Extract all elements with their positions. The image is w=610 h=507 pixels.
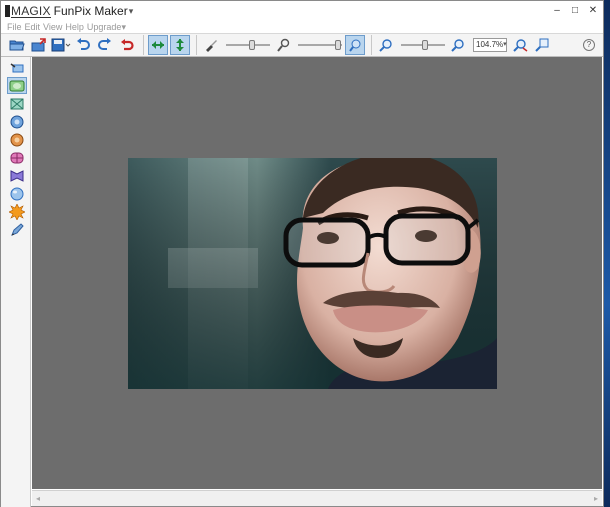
horizontal-mode-button[interactable]: [148, 35, 168, 55]
menu-bar: File Edit View Help Upgrade ▾: [1, 21, 603, 33]
zoom-out-button[interactable]: [376, 35, 396, 55]
open-button[interactable]: [7, 35, 27, 55]
logo-mark: [5, 5, 10, 17]
tool-frame[interactable]: [7, 77, 27, 94]
tool-pen[interactable]: [7, 221, 27, 238]
tool-barrel[interactable]: [7, 149, 27, 166]
menu-file[interactable]: File: [7, 22, 22, 32]
tool-warp[interactable]: [7, 59, 27, 76]
app-title: FunPix Maker: [53, 4, 128, 18]
chevron-down-icon: ▾: [503, 41, 507, 48]
zoom-fit-button[interactable]: [510, 35, 530, 55]
menu-view[interactable]: View: [43, 22, 62, 32]
import-button[interactable]: [29, 35, 49, 55]
warp-tool-icon: [10, 62, 24, 72]
tool-squeeze[interactable]: [7, 167, 27, 184]
reset-icon: [121, 39, 134, 51]
close-button[interactable]: ✕: [587, 5, 599, 17]
menu-upgrade[interactable]: Upgrade: [87, 22, 122, 32]
canvas-area[interactable]: [32, 57, 602, 489]
portrait-photo[interactable]: [128, 158, 497, 389]
desktop-background: [604, 0, 610, 507]
app-menu-arrow[interactable]: ▾: [129, 6, 134, 17]
window-controls: – □ ✕: [551, 5, 599, 17]
zoom-actual-icon: [535, 38, 549, 52]
toolbar-separator: [143, 35, 144, 55]
scroll-left-icon[interactable]: ◂: [36, 494, 40, 503]
undo-button[interactable]: [73, 35, 93, 55]
tool-sphere[interactable]: [7, 185, 27, 202]
redo-button[interactable]: [95, 35, 115, 55]
brush-size-icon: [277, 38, 290, 52]
reset-button[interactable]: [117, 35, 137, 55]
magix-logo: MAGIX: [5, 4, 51, 18]
app-window: MAGIX FunPix Maker ▾ – □ ✕ File Edit Vie…: [0, 0, 604, 507]
toolbar-separator: [196, 35, 197, 55]
import-icon: [31, 38, 46, 52]
save-icon: [51, 38, 71, 52]
bulge-tool-icon: [10, 115, 24, 128]
zoom-slider[interactable]: [401, 38, 445, 52]
tool-pinch[interactable]: [7, 131, 27, 148]
vertical-arrows-icon: [176, 39, 184, 51]
toolbar: 104.7% ▾ ?: [1, 33, 603, 57]
shrink-tool-icon: [10, 98, 24, 109]
slider-track: [226, 44, 270, 46]
redo-icon: [98, 38, 111, 50]
frame-tool-icon: [9, 80, 25, 91]
zoom-level-select[interactable]: 104.7% ▾: [473, 38, 507, 52]
open-folder-icon: [9, 40, 25, 51]
brand-name: MAGIX: [11, 3, 51, 18]
toolbar-separator: [371, 35, 372, 55]
squeeze-tool-icon: [10, 169, 24, 182]
horizontal-arrows-icon: [152, 41, 164, 49]
menu-edit[interactable]: Edit: [25, 22, 41, 32]
explode-tool-icon: [9, 203, 25, 220]
brush-size-slider[interactable]: [226, 38, 270, 52]
zoom-out-icon: [379, 39, 392, 52]
pen-tool-icon: [11, 222, 24, 236]
sphere-tool-icon: [10, 187, 24, 200]
slider-thumb[interactable]: [249, 40, 256, 50]
slider-thumb[interactable]: [334, 40, 341, 50]
slider-thumb[interactable]: [422, 40, 429, 50]
menu-help[interactable]: Help: [65, 22, 84, 32]
pinch-tool-icon: [10, 133, 24, 146]
tool-explode[interactable]: [7, 203, 27, 220]
vertical-mode-button[interactable]: [170, 35, 190, 55]
help-button[interactable]: ?: [583, 39, 595, 51]
scroll-right-icon[interactable]: ▸: [594, 494, 598, 503]
tool-bulge[interactable]: [7, 113, 27, 130]
title-bar: MAGIX FunPix Maker ▾ – □ ✕: [1, 1, 603, 21]
save-button[interactable]: [51, 35, 71, 55]
magic-brush-button[interactable]: [345, 35, 365, 55]
zoom-in-icon: [451, 39, 464, 52]
brush-size-button[interactable]: [273, 35, 293, 55]
horizontal-scrollbar[interactable]: ◂ ▸: [32, 490, 602, 506]
zoom-in-button[interactable]: [448, 35, 468, 55]
barrel-tool-icon: [10, 152, 24, 163]
menu-more-arrow[interactable]: ▾: [121, 22, 126, 33]
portrait-image: [128, 158, 497, 389]
tool-shrink[interactable]: [7, 95, 27, 112]
zoom-actual-button[interactable]: [532, 35, 552, 55]
brush-strength-slider[interactable]: [298, 38, 342, 52]
minimize-button[interactable]: –: [551, 5, 563, 17]
tool-sidebar: [1, 57, 31, 507]
zoom-level-value: 104.7%: [476, 40, 504, 49]
brush-icon: [206, 40, 217, 52]
zoom-fit-icon: [513, 39, 528, 52]
small-brush-icon: [349, 39, 361, 52]
maximize-button[interactable]: □: [569, 5, 581, 17]
brush-button[interactable]: [201, 35, 221, 55]
undo-icon: [77, 38, 90, 50]
